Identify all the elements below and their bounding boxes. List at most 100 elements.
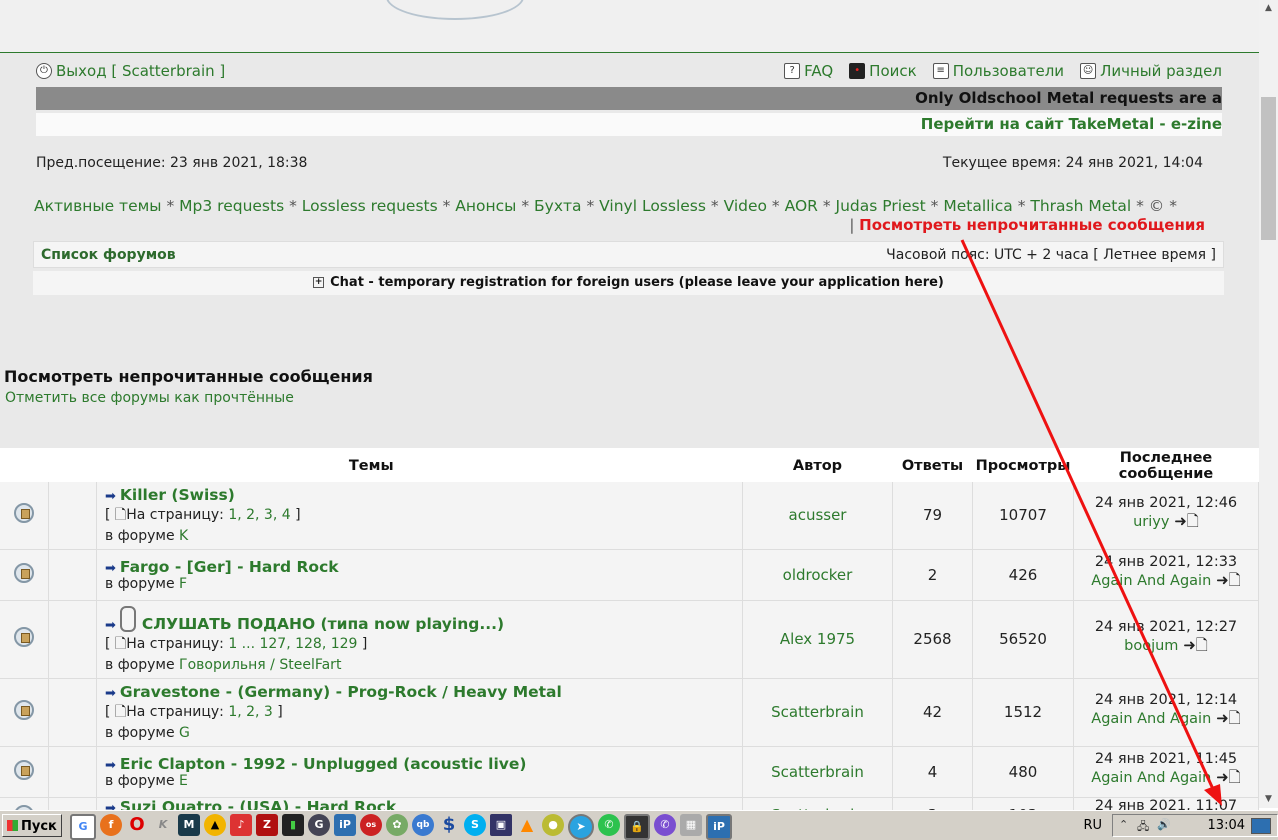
filezilla-icon[interactable]: Z: [256, 814, 278, 836]
topic-title[interactable]: Eric Clapton - 1992 - Unplugged (acousti…: [120, 755, 527, 773]
logout-link[interactable]: ⏻ Выход [ Scatterbrain ]: [36, 62, 225, 80]
topic-title[interactable]: Gravestone - (Germany) - Prog-Rock / Hea…: [120, 683, 562, 701]
topic-folder-icon: [14, 562, 34, 583]
author-link[interactable]: Alex 1975: [742, 600, 893, 679]
topic-title[interactable]: Fargo - [Ger] - Hard Rock: [120, 558, 339, 576]
quicklink[interactable]: Judas Priest: [836, 197, 926, 215]
app-triangle-icon[interactable]: ▲: [204, 814, 226, 836]
tray-expand-icon[interactable]: ⌃: [1119, 818, 1128, 831]
replies-count: 2: [892, 549, 973, 601]
scroll-up-icon[interactable]: ▲: [1259, 0, 1278, 17]
app-bird-icon[interactable]: ✿: [386, 814, 408, 836]
forum-link[interactable]: E: [179, 773, 188, 789]
goto-last-post-icon[interactable]: ➜🗋: [1174, 512, 1199, 530]
last-post-user[interactable]: Again And Again: [1091, 711, 1211, 727]
app-winamp-icon[interactable]: ♪: [230, 814, 252, 836]
author-link[interactable]: acusser: [742, 482, 893, 550]
volume-icon[interactable]: 🔊: [1157, 818, 1171, 831]
new-post-icon[interactable]: ➡: [105, 489, 116, 504]
telegram-icon[interactable]: ➤: [568, 814, 594, 840]
author-link[interactable]: Scatterbrain: [742, 746, 893, 798]
takemetal-link[interactable]: Перейти на сайт TakeMetal - e-zine: [921, 115, 1222, 133]
new-post-icon[interactable]: ➡: [105, 758, 116, 773]
opera-icon[interactable]: O: [126, 814, 148, 836]
faq-link[interactable]: ? FAQ: [784, 62, 833, 80]
app-m-icon[interactable]: M: [178, 814, 200, 836]
page-links[interactable]: 1, 2, 3, 4: [228, 507, 290, 523]
quicklink[interactable]: Metallica: [943, 197, 1012, 215]
app-k-icon[interactable]: K: [152, 814, 174, 836]
attachment-icon: [119, 605, 136, 632]
scroll-down-icon[interactable]: ▼: [1259, 791, 1278, 808]
qbittorrent-icon[interactable]: qb: [412, 814, 434, 836]
dollar-icon[interactable]: $: [438, 814, 460, 836]
quicklink[interactable]: Активные темы: [34, 197, 162, 215]
page-icon: 🗋: [114, 635, 127, 652]
monitor-app-icon[interactable]: ▦: [680, 814, 702, 836]
new-post-icon[interactable]: ➡: [105, 561, 116, 576]
chrome-icon[interactable]: G: [70, 814, 96, 840]
whatsapp-icon[interactable]: ✆: [598, 814, 620, 836]
clock[interactable]: 13:04: [1208, 818, 1245, 833]
forum-link[interactable]: K: [179, 528, 188, 544]
show-desktop-icon[interactable]: [1251, 818, 1271, 834]
windows-taskbar: Пуск G f O K M ▲ ♪ Z ▮ G iP os ✿ qb $ S …: [0, 810, 1278, 840]
goto-last-post-icon[interactable]: ➜🗋: [1216, 709, 1241, 727]
goto-last-post-icon[interactable]: ➜🗋: [1183, 636, 1208, 654]
unread-link[interactable]: Посмотреть непрочитанные сообщения: [859, 216, 1205, 234]
lock-app-icon[interactable]: 🔒: [624, 814, 650, 840]
iperius-active-icon[interactable]: iP: [706, 814, 732, 840]
last-post-user[interactable]: boojum: [1124, 638, 1178, 654]
quicklink[interactable]: Mp3 requests: [179, 197, 284, 215]
author-link[interactable]: oldrocker: [742, 549, 893, 601]
search-link[interactable]: • Поиск: [849, 62, 917, 80]
page-links[interactable]: 1 ... 127, 128, 129: [228, 636, 357, 652]
site-logo[interactable]: [386, 0, 524, 20]
forum-list-link[interactable]: Список форумов: [41, 247, 176, 263]
forum-link[interactable]: F: [179, 576, 187, 592]
goto-last-post-icon[interactable]: ➜🗋: [1216, 571, 1241, 589]
meter-icon[interactable]: ▮: [282, 814, 304, 836]
users-link[interactable]: ≡ Пользователи: [932, 62, 1064, 80]
new-post-icon[interactable]: ➡: [105, 686, 116, 701]
start-button[interactable]: Пуск: [2, 814, 62, 837]
vertical-scrollbar[interactable]: ▲ ▼: [1259, 0, 1278, 808]
forum-link[interactable]: G: [179, 725, 190, 741]
app-g-icon[interactable]: G: [308, 814, 330, 836]
page-links[interactable]: 1, 2, 3: [228, 704, 273, 720]
last-post-user[interactable]: Again And Again: [1091, 770, 1211, 786]
profile-link[interactable]: ☺ Личный раздел: [1080, 62, 1222, 80]
last-post-user[interactable]: Again And Again: [1091, 573, 1211, 589]
forum-header-area: ⏻ Выход [ Scatterbrain ] ? FAQ • Поиск ≡…: [0, 0, 1259, 448]
save-icon[interactable]: ▣: [490, 814, 512, 836]
topic-title[interactable]: Killer (Swiss): [120, 486, 235, 504]
expand-icon[interactable]: +: [313, 277, 325, 288]
firefox-icon[interactable]: f: [100, 814, 122, 836]
quicklink[interactable]: Video: [724, 197, 767, 215]
app-ball-icon[interactable]: ●: [542, 814, 564, 836]
viber-icon[interactable]: ✆: [654, 814, 676, 836]
quicklink[interactable]: Анонсы: [455, 197, 516, 215]
iperius-icon[interactable]: iP: [334, 814, 356, 836]
quicklink[interactable]: Vinyl Lossless: [599, 197, 706, 215]
quicklink[interactable]: AOR: [785, 197, 818, 215]
new-post-icon[interactable]: ➡: [105, 618, 116, 633]
quicklink[interactable]: Thrash Metal: [1030, 197, 1131, 215]
chat-bar[interactable]: + Chat - temporary registration for forei…: [33, 271, 1224, 295]
vlc-icon[interactable]: ▲: [516, 814, 538, 836]
quicklink[interactable]: Бухта: [534, 197, 582, 215]
network-icon[interactable]: 🖧: [1137, 818, 1149, 837]
mark-all-read-link[interactable]: Отметить все форумы как прочтённые: [5, 390, 294, 406]
skype-icon[interactable]: S: [464, 814, 486, 836]
goto-last-post-icon[interactable]: ➜🗋: [1216, 768, 1241, 786]
views-count: 1512: [972, 678, 1074, 747]
forum-link[interactable]: Говорильня / SteelFart: [179, 657, 341, 673]
app-os-icon[interactable]: os: [360, 814, 382, 836]
language-indicator[interactable]: RU: [1083, 818, 1102, 833]
last-post-user[interactable]: uriyy: [1133, 514, 1169, 530]
scroll-thumb[interactable]: [1261, 97, 1276, 240]
quicklink[interactable]: Lossless requests: [302, 197, 438, 215]
author-link[interactable]: Scatterbrain: [742, 678, 893, 747]
topic-title[interactable]: СЛУШАТЬ ПОДАНО (типа now playing...): [142, 615, 504, 633]
windows-logo-icon: [7, 820, 18, 831]
